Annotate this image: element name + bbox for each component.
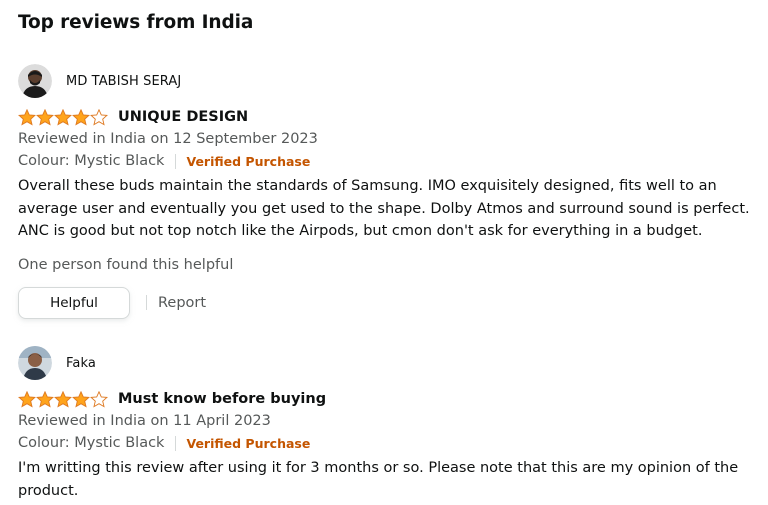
review-title[interactable]: Must know before buying — [118, 391, 326, 407]
variant-label[interactable]: Colour: Mystic Black — [18, 435, 164, 451]
variant-row: Colour: Mystic Black Verified Purchase — [18, 432, 763, 454]
reviewer-profile[interactable]: Faka — [18, 346, 763, 380]
reviewer-profile[interactable]: MD TABISH SERAJ — [18, 64, 763, 98]
star-full-icon — [36, 108, 54, 126]
review-card: Faka Must know before buying Reviewed in… — [18, 346, 763, 502]
star-full-icon — [54, 108, 72, 126]
review-date: Reviewed in India on 11 April 2023 — [18, 413, 271, 429]
helpful-button[interactable]: Helpful — [18, 286, 130, 319]
star-full-icon — [72, 390, 90, 408]
divider — [146, 295, 147, 311]
star-full-icon — [18, 390, 36, 408]
helpful-count: One person found this helpful — [18, 257, 234, 274]
review-body: Overall these buds maintain the standard… — [18, 178, 750, 240]
star-empty-icon — [90, 390, 108, 408]
verified-purchase-badge[interactable]: Verified Purchase — [186, 436, 310, 451]
avatar[interactable] — [18, 64, 52, 98]
section-title: Top reviews from India — [18, 12, 254, 33]
divider — [175, 435, 177, 451]
report-link[interactable]: Report — [158, 295, 206, 311]
reviewer-name[interactable]: Faka — [66, 356, 96, 371]
review-body: I'm writting this review after using it … — [18, 460, 739, 499]
review-title[interactable]: UNIQUE DESIGN — [118, 109, 248, 125]
rating-row: Must know before buying — [18, 388, 763, 410]
star-empty-icon — [90, 108, 108, 126]
star-full-icon — [54, 390, 72, 408]
review-actions: Helpful Report — [18, 286, 763, 319]
star-full-icon — [72, 108, 90, 126]
star-full-icon — [36, 390, 54, 408]
divider — [175, 153, 177, 169]
rating-row: UNIQUE DESIGN — [18, 106, 763, 128]
variant-row: Colour: Mystic Black Verified Purchase — [18, 150, 763, 172]
reviewer-name[interactable]: MD TABISH SERAJ — [66, 74, 181, 89]
verified-purchase-badge[interactable]: Verified Purchase — [186, 154, 310, 169]
star-rating[interactable] — [18, 390, 108, 408]
star-rating[interactable] — [18, 108, 108, 126]
variant-label[interactable]: Colour: Mystic Black — [18, 153, 164, 169]
review-card: MD TABISH SERAJ UNIQUE DESIGN Reviewed i… — [18, 64, 763, 319]
review-date: Reviewed in India on 12 September 2023 — [18, 131, 318, 147]
avatar[interactable] — [18, 346, 52, 380]
star-full-icon — [18, 108, 36, 126]
